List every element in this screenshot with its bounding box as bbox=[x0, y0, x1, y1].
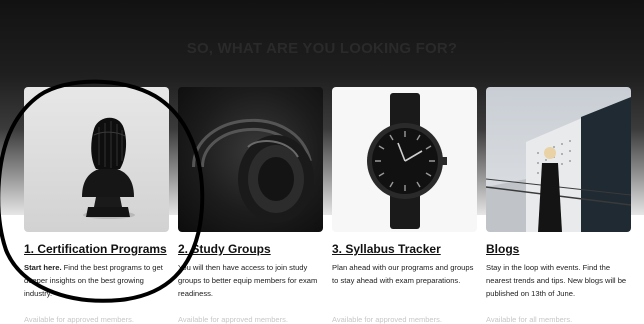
card-availability-certification: Available for approved members. bbox=[24, 315, 134, 324]
card-availability-syllabus-tracker: Available for approved members. bbox=[332, 315, 442, 324]
card-description-text: Stay in the loop with events. Find the n… bbox=[486, 263, 627, 298]
card-description-blogs: Stay in the loop with events. Find the n… bbox=[486, 261, 631, 300]
page-heading: SO, WHAT ARE YOU LOOKING FOR? bbox=[186, 40, 458, 57]
card-description-lead: Start here. bbox=[24, 263, 62, 272]
card-description-text: You will then have access to join study … bbox=[178, 263, 318, 298]
card-image-study-groups[interactable] bbox=[178, 87, 323, 232]
card-image-blogs[interactable] bbox=[486, 87, 631, 232]
card-title-study-groups[interactable]: 2. Study Groups bbox=[178, 242, 271, 256]
card-description-certification: Start here. Find the best programs to ge… bbox=[24, 261, 169, 300]
card-title-certification[interactable]: 1. Certification Programs bbox=[24, 242, 167, 256]
wristwatch-icon bbox=[367, 93, 447, 229]
card-title-syllabus-tracker[interactable]: 3. Syllabus Tracker bbox=[332, 242, 441, 256]
bust-sculpture-icon bbox=[82, 117, 135, 219]
card-availability-blogs: Available for all members. bbox=[486, 315, 573, 324]
card-image-syllabus-tracker[interactable] bbox=[332, 87, 477, 232]
card-description-syllabus-tracker: Plan ahead with our programs and groups … bbox=[332, 261, 477, 287]
woman-photo-icon bbox=[486, 97, 631, 232]
card-title-blogs[interactable]: Blogs bbox=[486, 242, 519, 256]
card-description-text: Plan ahead with our programs and groups … bbox=[332, 263, 474, 285]
headphones-icon bbox=[192, 118, 314, 223]
card-description-study-groups: You will then have access to join study … bbox=[178, 261, 323, 300]
card-availability-study-groups: Available for approved members. bbox=[178, 315, 288, 324]
card-image-certification[interactable] bbox=[24, 87, 169, 232]
